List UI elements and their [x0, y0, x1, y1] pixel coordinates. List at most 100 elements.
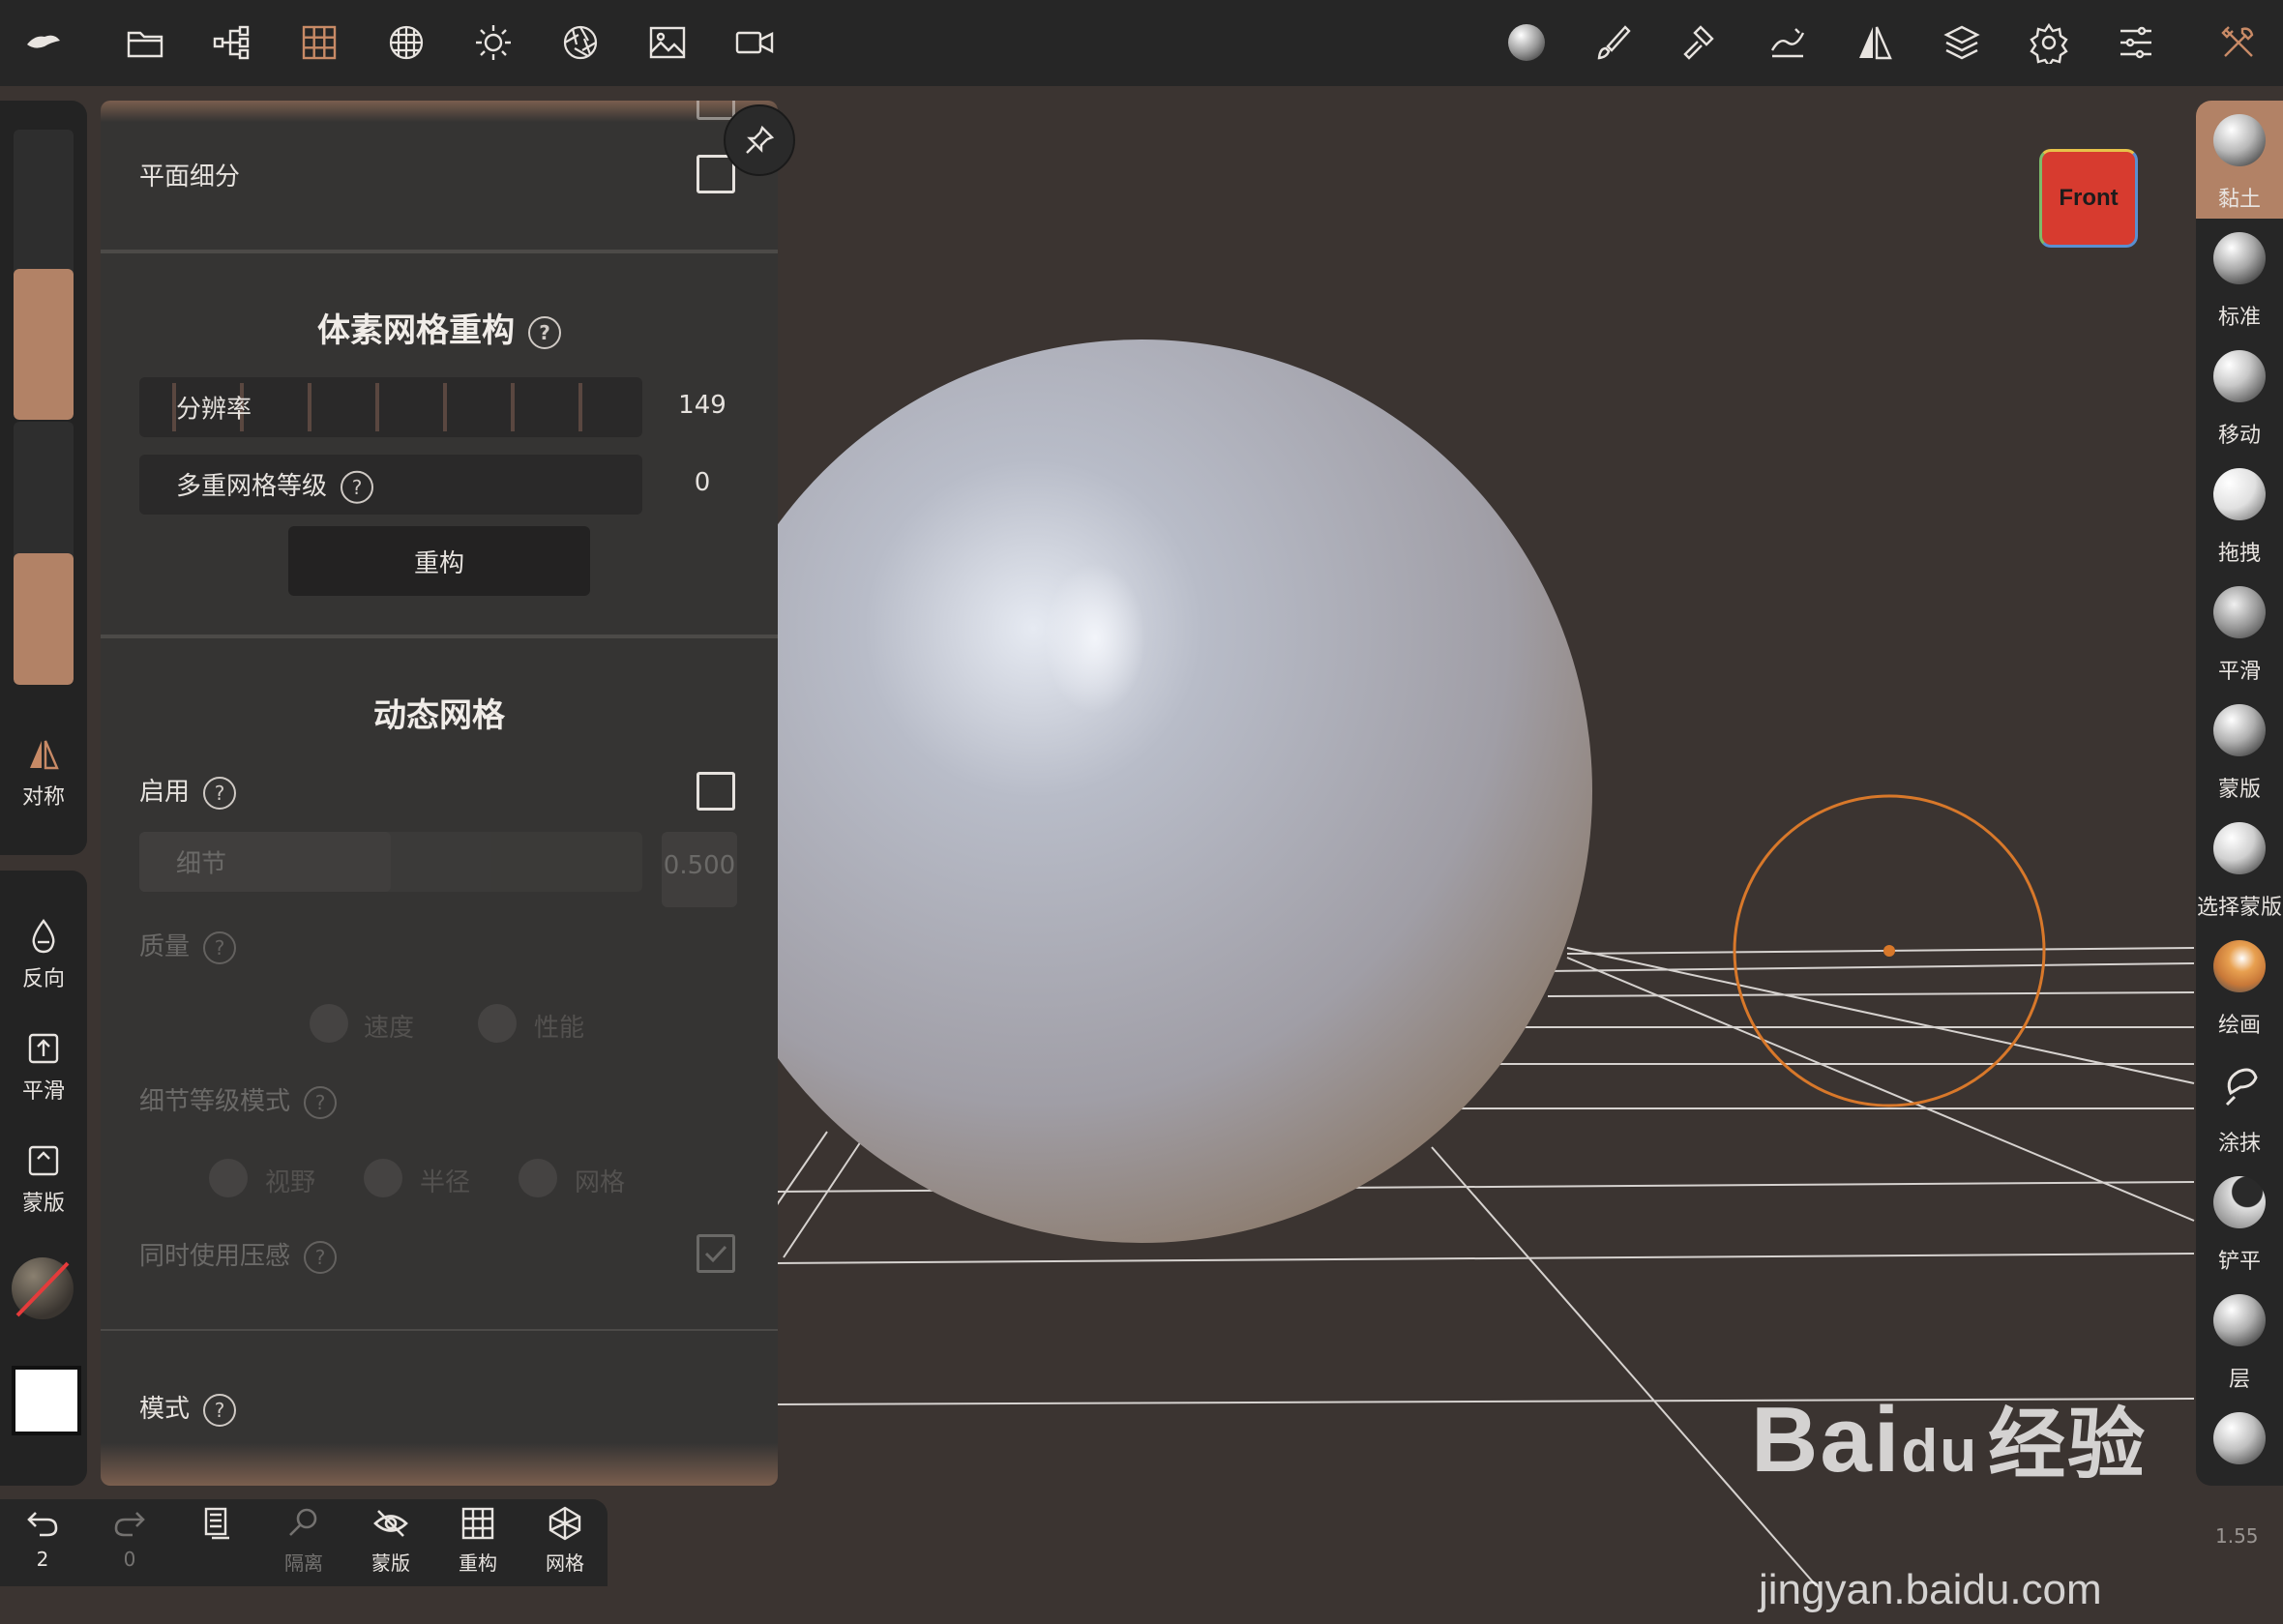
- help-icon[interactable]: ?: [203, 930, 237, 964]
- drop-icon: [32, 918, 55, 954]
- help-icon[interactable]: ?: [528, 315, 561, 349]
- sun-icon[interactable]: [464, 14, 522, 72]
- grid-icon[interactable]: [290, 14, 348, 72]
- isolate-button[interactable]: 隔离: [265, 1505, 342, 1576]
- brush-label: 拖拽: [2217, 542, 2261, 566]
- isolate-label: 隔离: [284, 1551, 323, 1575]
- sculpt-sphere[interactable]: [691, 340, 1592, 1243]
- remesh-tab-button[interactable]: 重构: [439, 1505, 517, 1576]
- enable-label: 启用: [139, 778, 191, 807]
- undo-icon: [27, 1512, 58, 1537]
- view-cube[interactable]: Front: [2039, 149, 2138, 248]
- redo-count: 0: [123, 1548, 136, 1571]
- brush-preview-icon: [2213, 1412, 2266, 1464]
- brush-preview-icon: [2213, 1176, 2266, 1228]
- brush-label: 标准: [2217, 306, 2261, 330]
- symmetry-label: 对称: [21, 785, 65, 810]
- intensity-slider[interactable]: [14, 422, 74, 685]
- brush-label: 蒙版: [2217, 778, 2261, 802]
- aperture-icon[interactable]: [551, 14, 609, 72]
- radius-slider[interactable]: [14, 130, 74, 420]
- check-icon: [704, 1245, 727, 1263]
- multires-label-text: 多重网格等级: [176, 471, 328, 501]
- dynamic-section-title: 动态网格: [373, 696, 505, 735]
- help-icon[interactable]: ?: [341, 470, 374, 504]
- radius-slider-fill: [14, 269, 74, 420]
- folder-icon[interactable]: [116, 14, 174, 72]
- invert-button[interactable]: 反向: [0, 917, 87, 992]
- pressure-checkbox[interactable]: [697, 1234, 735, 1273]
- brush-item[interactable]: 选择蒙版: [2196, 809, 2283, 927]
- symmetry-icon[interactable]: [1846, 14, 1904, 72]
- color-swatch[interactable]: [12, 1366, 81, 1435]
- help-icon[interactable]: ?: [304, 1085, 338, 1119]
- mask-button[interactable]: 蒙版: [0, 1141, 87, 1217]
- help-icon[interactable]: ?: [304, 1240, 338, 1274]
- brush-item[interactable]: 绘画: [2196, 927, 2283, 1045]
- voxel-title-text: 体素网格重构: [317, 311, 515, 350]
- multires-value[interactable]: 0: [658, 468, 747, 497]
- resolution-value[interactable]: 149: [658, 391, 747, 420]
- detail-mode-radius-radio[interactable]: [364, 1159, 402, 1197]
- gear-icon[interactable]: [2020, 14, 2078, 72]
- brush-rail: 黏土标准移动拖拽平滑蒙版选择蒙版 绘画 涂抹 铲平层: [2196, 101, 2283, 1486]
- brush-item[interactable]: 蒙版: [2196, 691, 2283, 809]
- detail-mode-label: 细节等级模式: [139, 1087, 291, 1116]
- brush-item[interactable]: 黏土: [2196, 101, 2283, 219]
- brush-item[interactable]: 层: [2196, 1281, 2283, 1399]
- brush-preview-icon: [2213, 822, 2266, 874]
- stroke-icon[interactable]: [1759, 14, 1817, 72]
- pin-panel-button[interactable]: [724, 104, 795, 176]
- brush-preview-icon: [2213, 350, 2266, 402]
- smooth-button[interactable]: 平滑: [0, 1029, 87, 1105]
- quality-performance-radio[interactable]: [478, 1004, 517, 1043]
- hammer-icon[interactable]: [1672, 14, 1730, 72]
- tools-icon[interactable]: [2209, 14, 2268, 72]
- wireframe-button[interactable]: 网格: [526, 1505, 604, 1576]
- brush-item[interactable]: [2196, 1399, 2283, 1486]
- brush-item[interactable]: 拖拽: [2196, 455, 2283, 573]
- multires-slider[interactable]: 多重网格等级?: [139, 455, 642, 515]
- scene-tree-icon[interactable]: [203, 14, 261, 72]
- help-icon[interactable]: ?: [203, 1393, 237, 1427]
- brush-icon[interactable]: [1585, 14, 1643, 72]
- wireframe-label: 网格: [546, 1551, 584, 1575]
- partial-checkbox[interactable]: [697, 101, 735, 120]
- help-icon[interactable]: ?: [203, 776, 237, 810]
- view-cube-label: Front: [2059, 185, 2119, 211]
- quality-speed-radio[interactable]: [310, 1004, 348, 1043]
- symmetry-toggle[interactable]: 对称: [0, 735, 87, 811]
- smooth-label: 平滑: [21, 1079, 65, 1104]
- hide-mask-button[interactable]: 蒙版: [352, 1505, 430, 1576]
- quality-row: 质量?: [139, 927, 237, 964]
- remesh-button[interactable]: 重构: [288, 526, 590, 596]
- detail-slider[interactable]: 细节: [139, 832, 642, 892]
- brush-item[interactable]: 移动: [2196, 337, 2283, 455]
- mode-label: 模式: [139, 1395, 191, 1424]
- detail-mode-view-radio[interactable]: [209, 1159, 248, 1197]
- brush-item[interactable]: 涂抹: [2196, 1045, 2283, 1163]
- video-icon[interactable]: [726, 14, 784, 72]
- resolution-slider[interactable]: 分辨率: [139, 377, 642, 437]
- layers-icon[interactable]: [1933, 14, 1991, 72]
- material-ball-icon[interactable]: [1497, 14, 1556, 72]
- undo-count: 2: [36, 1548, 49, 1571]
- enable-checkbox[interactable]: [697, 772, 735, 811]
- brush-item[interactable]: 平滑: [2196, 573, 2283, 691]
- detail-value-box[interactable]: 0.500: [662, 832, 737, 907]
- material-preview[interactable]: [12, 1257, 74, 1319]
- redo-button[interactable]: 0: [91, 1505, 168, 1571]
- quality-label: 质量: [139, 932, 191, 961]
- watermark-cn: 经验: [1988, 1402, 2148, 1488]
- detail-mode-mesh-radio[interactable]: [519, 1159, 557, 1197]
- image-icon[interactable]: [638, 14, 697, 72]
- undo-button[interactable]: 2: [4, 1505, 81, 1571]
- logo-icon[interactable]: [14, 14, 72, 72]
- left-tool-rail: 反向 平滑 蒙版: [0, 871, 87, 1486]
- object-list-button[interactable]: [178, 1505, 255, 1542]
- sphere-grid-icon[interactable]: [377, 14, 435, 72]
- brush-item[interactable]: 标准: [2196, 219, 2283, 337]
- brush-item[interactable]: 铲平: [2196, 1163, 2283, 1281]
- sliders-icon[interactable]: [2107, 14, 2165, 72]
- detail-mode-view-label: 视野: [265, 1168, 316, 1197]
